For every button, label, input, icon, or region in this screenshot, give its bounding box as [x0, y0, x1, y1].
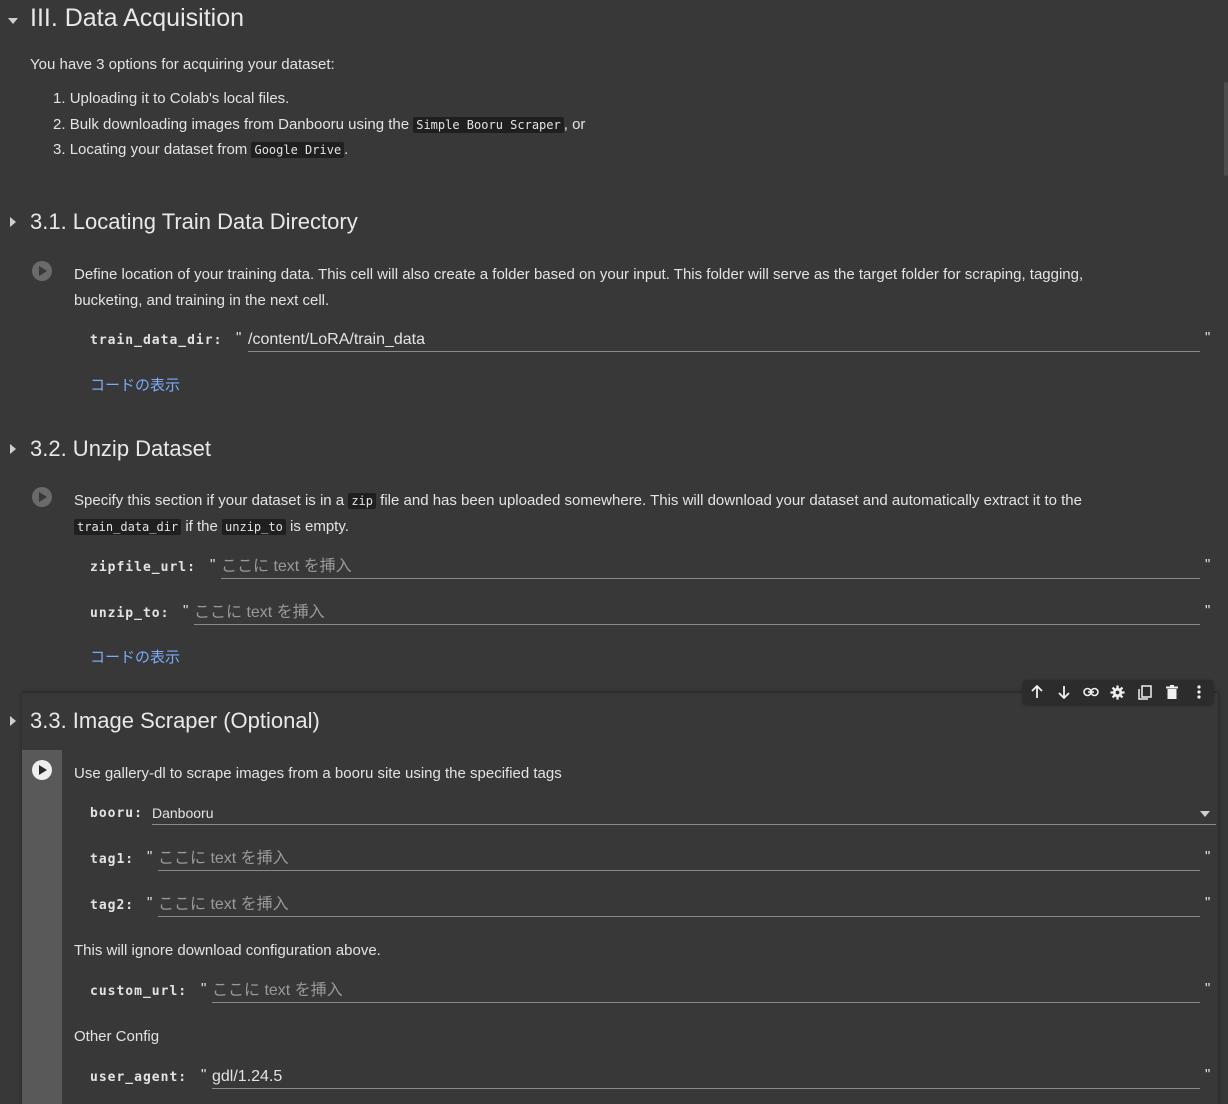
cell-toolbar	[1023, 680, 1213, 704]
scrollbar-thumb[interactable]	[1224, 82, 1228, 176]
show-code-link[interactable]: コードの表示	[90, 646, 180, 667]
inline-code: Google Drive	[251, 142, 345, 158]
cell-description-cont: bucketing, and training in the next cell…	[74, 292, 330, 309]
inline-code: Simple Booru Scraper	[413, 117, 564, 133]
inline-code: train_data_dir	[74, 519, 182, 535]
desc-text: Specify this section if your dataset is …	[74, 492, 345, 509]
option-text: Uploading it to Colab's local files.	[69, 90, 290, 107]
config-note: This will ignore download configuration …	[74, 942, 381, 959]
tag1-input[interactable]: ここに text を挿入	[158, 848, 1200, 871]
inline-code: zip	[348, 493, 376, 509]
zipfile-url-input[interactable]: ここに text を挿入	[221, 556, 1200, 579]
option-text: Locating your dataset from	[69, 141, 248, 158]
cell-title-3-2: 3.2. Unzip Dataset	[30, 436, 211, 461]
mirror-cell-icon[interactable]	[1135, 682, 1155, 702]
cell-description-cont: train_data_dir if the unzip_to is empty.	[74, 514, 349, 540]
user-agent-input[interactable]: gdl/1.24.5	[212, 1066, 1200, 1089]
quote-open: "	[210, 556, 216, 573]
cell-description: Use gallery-dl to scrape images from a b…	[74, 765, 562, 782]
custom-url-input[interactable]: ここに text を挿入	[212, 980, 1200, 1003]
gear-icon[interactable]	[1108, 682, 1128, 702]
quote-open: "	[147, 848, 153, 865]
zipfile-url-label: zipfile_url:	[90, 560, 196, 575]
option-list-item: 3. Locating your dataset from Google Dri…	[53, 137, 348, 163]
play-icon	[39, 492, 47, 502]
unzip-to-label: unzip_to:	[90, 606, 170, 621]
dropdown-arrow-icon	[1200, 811, 1210, 817]
option-list-item: 2. Bulk downloading images from Danbooru…	[53, 112, 585, 138]
expand-caret-icon[interactable]	[10, 444, 16, 454]
run-cell-button[interactable]	[32, 261, 52, 281]
option-text: Bulk downloading images from Danbooru us…	[69, 116, 410, 133]
show-code-link[interactable]: コードの表示	[90, 374, 180, 395]
quote-open: "	[201, 1066, 207, 1083]
desc-text: file and has been uploaded somewhere. Th…	[380, 492, 1082, 509]
notebook-page: III. Data Acquisition You have 3 options…	[0, 0, 1228, 1104]
quote-close: "	[1205, 329, 1211, 346]
cell-title-3-1: 3.1. Locating Train Data Directory	[30, 209, 358, 234]
cell-description: Specify this section if your dataset is …	[74, 488, 1082, 514]
desc-text: if the	[185, 518, 218, 535]
expand-caret-icon[interactable]	[10, 716, 16, 726]
quote-close: "	[1205, 602, 1211, 619]
tag2-label: tag2:	[90, 898, 135, 913]
quote-close: "	[1205, 848, 1211, 865]
section-intro: You have 3 options for acquiring your da…	[30, 56, 335, 73]
desc-text: is empty.	[290, 518, 349, 535]
option-number: 2.	[53, 116, 66, 133]
cell-title-3-3: 3.3. Image Scraper (Optional)	[30, 708, 320, 733]
train-data-dir-label: train_data_dir:	[90, 333, 223, 348]
expand-caret-icon[interactable]	[10, 217, 16, 227]
arrow-up-icon[interactable]	[1027, 682, 1047, 702]
quote-open: "	[236, 329, 242, 346]
quote-close: "	[1205, 980, 1211, 997]
option-list-item: 1. Uploading it to Colab's local files.	[53, 86, 289, 112]
quote-close: "	[1205, 894, 1211, 911]
arrow-down-icon[interactable]	[1054, 682, 1074, 702]
run-cell-button[interactable]	[32, 487, 52, 507]
collapse-caret-icon[interactable]	[8, 18, 18, 24]
train-data-dir-input[interactable]: /content/LoRA/train_data	[248, 329, 1200, 352]
quote-open: "	[147, 894, 153, 911]
more-vert-icon[interactable]	[1189, 682, 1209, 702]
trash-icon[interactable]	[1162, 682, 1182, 702]
quote-open: "	[183, 602, 189, 619]
option-text-suffix: .	[344, 141, 349, 158]
section-title: III. Data Acquisition	[30, 4, 245, 32]
cell-description: Define location of your training data. T…	[74, 266, 1084, 283]
inline-code: unzip_to	[222, 519, 286, 535]
tag2-input[interactable]: ここに text を挿入	[158, 894, 1200, 917]
option-number: 1.	[53, 90, 66, 107]
option-text-suffix: , or	[563, 116, 586, 133]
user-agent-label: user_agent:	[90, 1070, 188, 1085]
run-cell-button[interactable]	[32, 760, 52, 780]
quote-close: "	[1205, 1066, 1211, 1083]
booru-selected-value: Danbooru	[152, 805, 214, 821]
unzip-to-input[interactable]: ここに text を挿入	[194, 602, 1200, 625]
cell-gutter	[22, 750, 62, 1104]
booru-label: booru:	[90, 806, 143, 821]
play-icon	[39, 266, 47, 276]
tag1-label: tag1:	[90, 852, 135, 867]
link-icon[interactable]	[1081, 682, 1101, 702]
other-config-heading: Other Config	[74, 1028, 160, 1045]
option-number: 3.	[53, 141, 66, 158]
booru-select[interactable]: Danbooru	[152, 802, 1216, 825]
custom-url-label: custom_url:	[90, 984, 188, 999]
quote-close: "	[1205, 556, 1211, 573]
play-icon	[39, 765, 47, 775]
quote-open: "	[201, 980, 207, 997]
